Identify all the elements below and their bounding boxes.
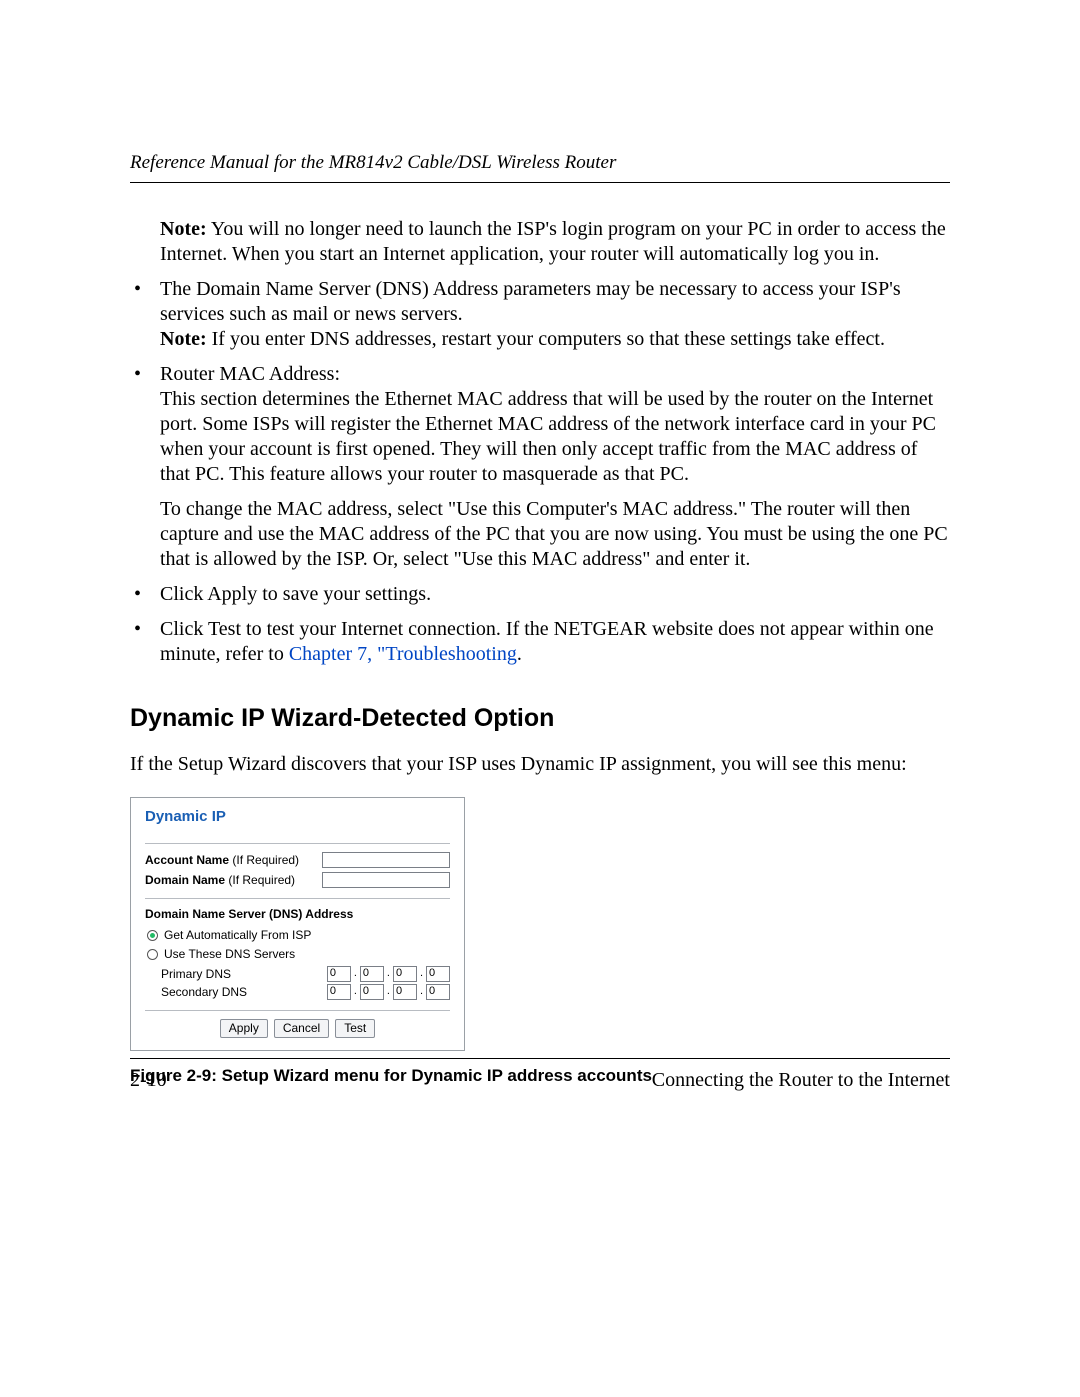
note-paragraph: Note: You will no longer need to launch … xyxy=(160,217,950,267)
cancel-button[interactable]: Cancel xyxy=(274,1019,329,1038)
radio-selected-icon xyxy=(147,930,158,941)
secondary-dns-input[interactable]: 0. 0. 0. 0 xyxy=(327,984,450,1000)
secondary-dns-label: Secondary DNS xyxy=(161,985,247,1000)
bullet-dns: The Domain Name Server (DNS) Address par… xyxy=(130,277,950,352)
bullet-apply-text: Click Apply to save your settings. xyxy=(160,583,431,605)
ip-octet[interactable]: 0 xyxy=(327,984,351,1000)
bullet-test: Click Test to test your Internet connect… xyxy=(130,617,950,667)
bullet-mac-title: Router MAC Address: xyxy=(160,363,340,385)
bullet-mac-p2: To change the MAC address, select "Use t… xyxy=(160,497,950,572)
page-number: 2-10 xyxy=(130,1069,167,1092)
radio-auto-label: Get Automatically From ISP xyxy=(164,928,311,943)
radio-manual-row[interactable]: Use These DNS Servers xyxy=(147,947,450,962)
ip-octet[interactable]: 0 xyxy=(426,984,450,1000)
chapter-title: Connecting the Router to the Internet xyxy=(652,1069,950,1092)
note-text-1: You will no longer need to launch the IS… xyxy=(160,218,946,265)
bullet-apply: Click Apply to save your settings. xyxy=(130,582,950,607)
section-intro: If the Setup Wizard discovers that your … xyxy=(130,752,950,777)
xref-troubleshooting[interactable]: Chapter 7, "Troubleshooting xyxy=(289,643,517,665)
domain-name-label: Domain Name (If Required) xyxy=(145,873,295,888)
bullet-mac: Router MAC Address: This section determi… xyxy=(130,362,950,572)
ip-octet[interactable]: 0 xyxy=(360,966,384,982)
bullet-mac-p1: This section determines the Ethernet MAC… xyxy=(160,387,950,487)
section-heading: Dynamic IP Wizard-Detected Option xyxy=(130,703,950,734)
bullet-dns-text: The Domain Name Server (DNS) Address par… xyxy=(160,278,901,325)
radio-manual-label: Use These DNS Servers xyxy=(164,947,295,962)
domain-name-input[interactable] xyxy=(322,872,450,888)
note-label: Note: xyxy=(160,328,207,350)
primary-dns-label: Primary DNS xyxy=(161,967,231,982)
test-button[interactable]: Test xyxy=(335,1019,375,1038)
dns-section-label: Domain Name Server (DNS) Address xyxy=(145,907,450,922)
note-label: Note: xyxy=(160,218,207,240)
ip-octet[interactable]: 0 xyxy=(426,966,450,982)
primary-dns-input[interactable]: 0. 0. 0. 0 xyxy=(327,966,450,982)
ip-octet[interactable]: 0 xyxy=(393,966,417,982)
radio-unselected-icon xyxy=(147,949,158,960)
bullet-dns-note: If you enter DNS addresses, restart your… xyxy=(207,328,885,350)
running-head: Reference Manual for the MR814v2 Cable/D… xyxy=(130,152,950,183)
ip-octet[interactable]: 0 xyxy=(360,984,384,1000)
ip-octet[interactable]: 0 xyxy=(327,966,351,982)
account-name-label: Account Name (If Required) xyxy=(145,853,299,868)
account-name-input[interactable] xyxy=(322,852,450,868)
page-footer: 2-10 Connecting the Router to the Intern… xyxy=(130,1058,950,1092)
bullet-test-pre: Click Test to test your Internet connect… xyxy=(160,618,934,665)
radio-auto-row[interactable]: Get Automatically From ISP xyxy=(147,928,450,943)
apply-button[interactable]: Apply xyxy=(220,1019,268,1038)
figure-dynamic-ip-panel: Dynamic IP Account Name (If Required) Do… xyxy=(130,797,465,1051)
figure-title: Dynamic IP xyxy=(145,808,450,827)
bullet-test-post: . xyxy=(517,643,522,665)
ip-octet[interactable]: 0 xyxy=(393,984,417,1000)
